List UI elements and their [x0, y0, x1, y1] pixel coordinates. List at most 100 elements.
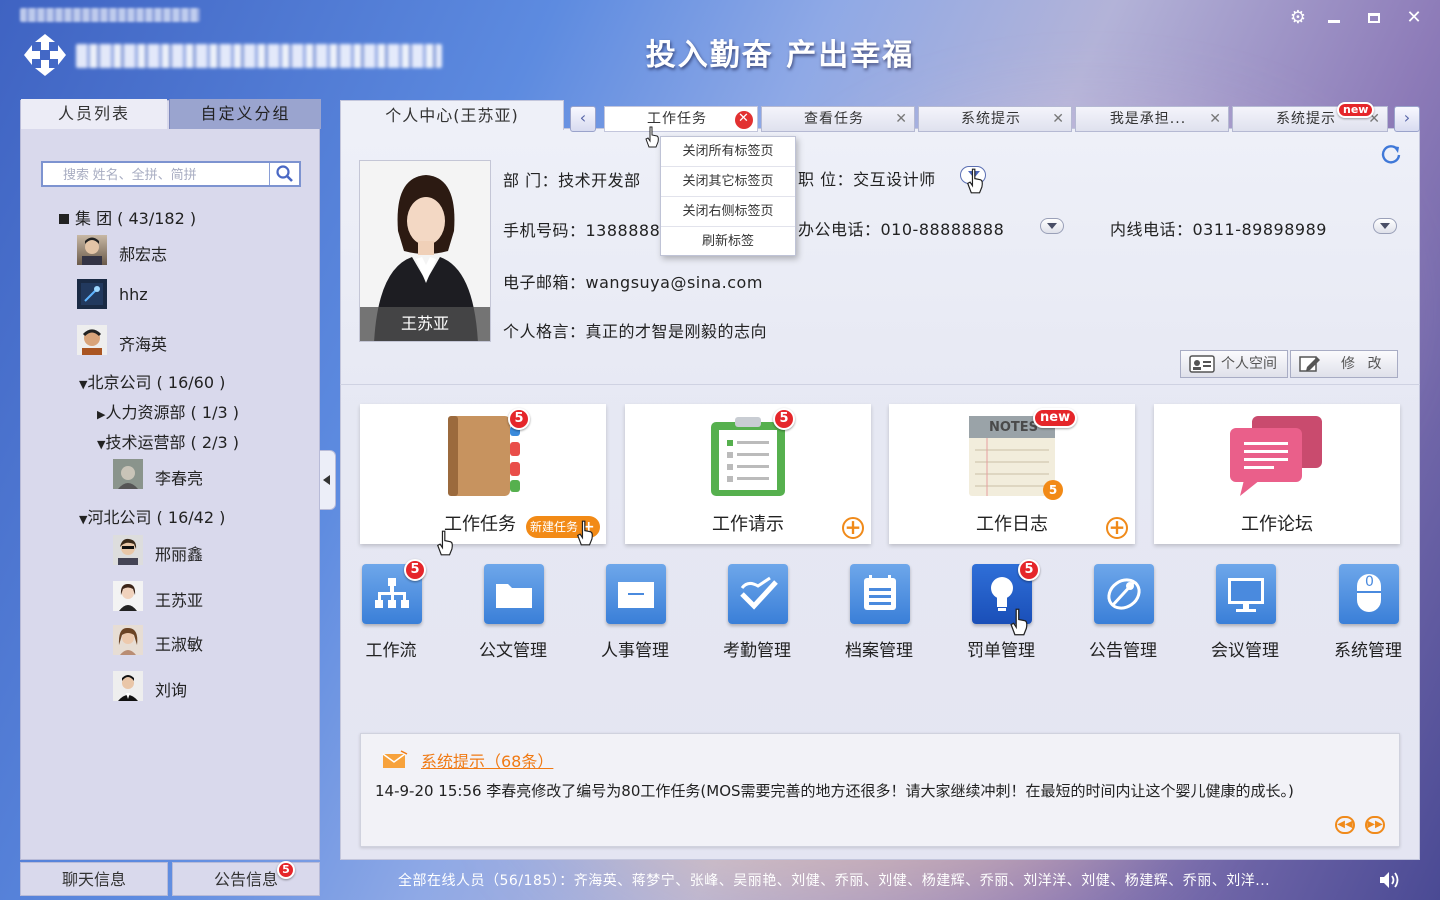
- volume-icon[interactable]: [1378, 870, 1400, 890]
- app-announcement-management[interactable]: 公告管理: [1073, 564, 1173, 664]
- tree-node-hebei[interactable]: ▼河北公司 ( 16/42 ): [79, 504, 225, 528]
- tab-new-badge: new: [1337, 102, 1375, 118]
- ext-phone-text: 内线电话：0311-89898989: [1110, 220, 1327, 239]
- maximize-icon: [1368, 13, 1380, 23]
- contact-search-input[interactable]: [43, 163, 271, 185]
- menu-close-other-tabs[interactable]: 关闭其它标签页: [661, 167, 795, 197]
- tree-node-tech-ops[interactable]: ▼技术运营部 ( 2/3 ): [97, 429, 239, 453]
- card-work-task[interactable]: 5 工作任务 新建任务 +: [360, 404, 606, 544]
- tab-scroll-left-button[interactable]: ‹: [570, 106, 596, 132]
- tab-work-task[interactable]: 工作任务 ✕: [604, 106, 758, 132]
- tab-member-list[interactable]: 人员列表: [21, 99, 167, 129]
- maximize-button[interactable]: [1362, 6, 1386, 30]
- search-box: [41, 161, 301, 187]
- hand-cursor-icon: [1010, 608, 1028, 636]
- edit-pencil-icon: [1299, 356, 1320, 372]
- motto-text: 个人格言：真正的才智是刚毅的志向: [503, 322, 768, 341]
- add-log-plus-icon[interactable]: +: [1106, 517, 1128, 539]
- logo-icon: [24, 34, 66, 76]
- collapse-square-icon: [59, 214, 69, 224]
- folder-icon: [484, 564, 544, 624]
- card-work-request[interactable]: 5 工作请示 +: [625, 404, 871, 544]
- close-icon: ✕: [1406, 7, 1422, 28]
- mail-icon: [382, 750, 408, 768]
- tree-node-beijing[interactable]: ▼北京公司 ( 16/60 ): [79, 369, 225, 393]
- avatar-image: [82, 329, 102, 355]
- chat-bubble-icon: [1230, 416, 1322, 496]
- menu-close-all-tabs[interactable]: 关闭所有标签页: [661, 137, 795, 167]
- chevron-left-icon: ‹: [579, 108, 587, 127]
- menu-refresh-tab[interactable]: 刷新标签: [661, 227, 795, 257]
- app-workflow[interactable]: 5 工作流: [341, 559, 441, 664]
- avatar-image: [118, 675, 138, 701]
- tab-system-tip[interactable]: 系统提示 ✕: [918, 106, 1072, 132]
- mouse-icon: [1339, 564, 1399, 624]
- tree-node-hr[interactable]: ▶人力资源部 ( 1/3 ): [97, 399, 239, 423]
- app-document-management[interactable]: 公文管理: [463, 564, 563, 664]
- close-tab-icon[interactable]: ✕: [1209, 107, 1222, 131]
- hand-cursor-icon: [436, 530, 453, 556]
- avatar-image: [119, 584, 137, 611]
- refresh-icon[interactable]: [1380, 143, 1402, 165]
- tab-custom-groups[interactable]: 自定义分组: [169, 99, 321, 129]
- search-icon: [276, 165, 293, 182]
- tab-context-menu: 关闭所有标签页 关闭其它标签页 关闭右侧标签页 刷新标签: [660, 136, 796, 256]
- tab-personal-center[interactable]: 个人中心(王苏亚): [340, 100, 564, 130]
- avatar: [77, 325, 107, 355]
- calendar-list-icon: [850, 564, 910, 624]
- profile-photo: 王苏亚: [359, 160, 491, 342]
- avatar: [113, 581, 143, 611]
- rewind-icon: ◀◀: [1337, 819, 1353, 830]
- close-tab-icon[interactable]: ✕: [735, 111, 753, 129]
- notice-message: 14-9-20 15:56 李春亮修改了编号为80工作任务(MOS需要完善的地方…: [375, 782, 1294, 800]
- close-tab-icon[interactable]: ✕: [895, 107, 908, 131]
- chat-info-button[interactable]: 聊天信息: [20, 862, 168, 896]
- office-phone-dropdown[interactable]: [1040, 218, 1064, 234]
- notice-title-link[interactable]: 系统提示（68条）: [421, 748, 553, 772]
- clipboard-icon: [711, 417, 785, 496]
- id-card-icon: [606, 564, 666, 624]
- settings-gear-icon[interactable]: ⚙: [1286, 6, 1310, 30]
- personal-space-button[interactable]: 个人空间: [1180, 350, 1288, 378]
- add-request-plus-icon[interactable]: +: [842, 517, 864, 539]
- app-penalty-management[interactable]: 5 罚单管理: [951, 559, 1051, 664]
- card-work-log[interactable]: NOTES new 5 工作日志 +: [889, 404, 1135, 544]
- search-button[interactable]: [269, 163, 299, 185]
- fast-forward-icon: ▶▶: [1367, 819, 1383, 830]
- contacts-panel: 人员列表 自定义分组 集 团 ( 43/182 ) 郝宏志 hhz 齐海英 ▼北…: [20, 99, 321, 860]
- slogan: 投入勤奋 产出幸福: [645, 38, 915, 73]
- email-text: 电子邮箱：wangsuya@sina.com: [503, 273, 763, 292]
- tab-my-undertaken[interactable]: 我是承担... ✕: [1075, 106, 1229, 132]
- mobile-text: 手机号码：1388888: [503, 221, 661, 240]
- tab-scroll-right-button[interactable]: ›: [1394, 106, 1420, 132]
- notice-next-button[interactable]: ▶▶: [1365, 816, 1385, 834]
- notice-info-button[interactable]: 公告信息: [172, 862, 320, 896]
- avatar-image: [118, 538, 138, 565]
- system-notice-panel: 系统提示（68条） 14-9-20 15:56 李春亮修改了编号为80工作任务(…: [360, 733, 1400, 847]
- checkmark-icon: [728, 564, 788, 624]
- edit-profile-button[interactable]: 修 改: [1290, 350, 1398, 378]
- app-attendance-management[interactable]: 考勤管理: [707, 564, 807, 664]
- close-tab-icon[interactable]: ✕: [1052, 107, 1065, 131]
- menu-close-right-tabs[interactable]: 关闭右侧标签页: [661, 197, 795, 227]
- hand-cursor-icon: [966, 168, 983, 194]
- card-work-forum[interactable]: 工作论坛: [1154, 404, 1400, 544]
- avatar-image: [81, 283, 103, 305]
- notice-prev-button[interactable]: ◀◀: [1335, 816, 1355, 834]
- tree-node-group[interactable]: 集 团 ( 43/182 ): [59, 205, 196, 229]
- chevron-right-icon: ›: [1403, 108, 1411, 127]
- profile-name: 王苏亚: [360, 307, 490, 341]
- app-system-management[interactable]: 0 系统管理: [1318, 564, 1418, 664]
- minimize-button[interactable]: [1322, 6, 1346, 30]
- collapse-sidebar-button[interactable]: [320, 450, 336, 510]
- app-meeting-management[interactable]: 会议管理: [1195, 564, 1295, 664]
- ext-phone-dropdown[interactable]: [1373, 218, 1397, 234]
- organization-name: [76, 44, 442, 68]
- app-archive-management[interactable]: 档案管理: [829, 564, 929, 664]
- tab-view-task[interactable]: 查看任务 ✕: [761, 106, 915, 132]
- avatar: [113, 671, 143, 701]
- avatar-image: [82, 237, 102, 265]
- announcement-icon: [1094, 564, 1154, 624]
- close-window-button[interactable]: ✕: [1402, 6, 1426, 30]
- app-hr-management[interactable]: 人事管理: [585, 564, 685, 664]
